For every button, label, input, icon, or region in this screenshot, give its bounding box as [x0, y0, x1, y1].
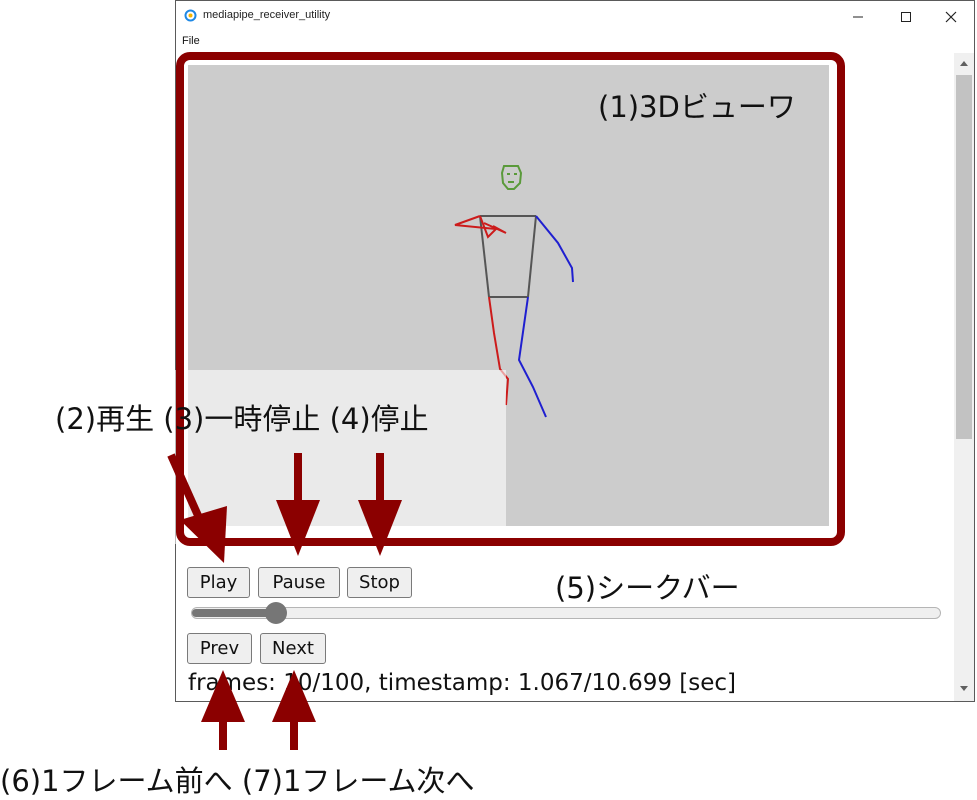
arrow-to-play-icon	[167, 453, 227, 563]
arrow-to-next-icon	[272, 670, 316, 750]
arrow-to-pause-icon	[276, 453, 320, 556]
arrow-to-stop-icon	[358, 453, 402, 556]
annotation-arrows	[167, 453, 402, 750]
arrow-to-prev-icon	[201, 670, 245, 750]
